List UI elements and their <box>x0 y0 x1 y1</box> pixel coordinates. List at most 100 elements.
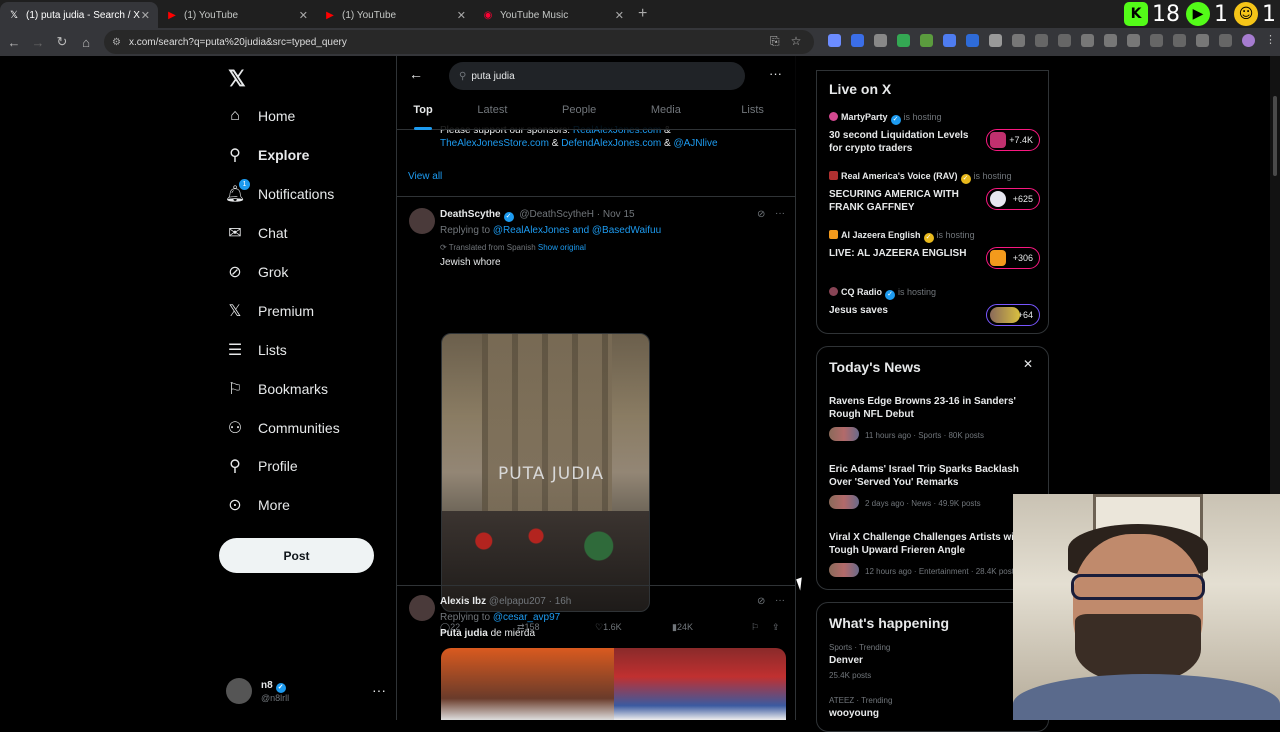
nav-home[interactable]: ⌂ Home <box>226 101 295 131</box>
close-icon[interactable]: ✕ <box>141 9 150 22</box>
avatar[interactable] <box>409 595 435 621</box>
nav-more[interactable]: ⊙ More <box>226 490 290 520</box>
author-handle[interactable]: @elpapu207 <box>489 596 546 607</box>
tab-people[interactable]: People <box>536 100 623 130</box>
profile-avatar-icon[interactable] <box>1242 34 1255 47</box>
tab-lists[interactable]: Lists <box>709 100 796 130</box>
scrollbar-thumb[interactable] <box>1273 96 1277 176</box>
author-name[interactable]: DeathScythe <box>440 209 501 220</box>
browser-tab-youtube-1[interactable]: ▶ (1) YouTube ✕ <box>158 2 316 28</box>
extension-icon[interactable] <box>1219 34 1232 47</box>
tab-media[interactable]: Media <box>623 100 710 130</box>
author-handle[interactable]: @DeathScytheH <box>519 209 594 220</box>
space-listener-count[interactable]: +625 <box>986 188 1040 210</box>
close-icon[interactable]: ✕ <box>1023 357 1033 371</box>
space-title[interactable]: SECURING AMERICA WITH FRANK GAFFNEY <box>829 188 979 214</box>
extension-icon[interactable] <box>989 34 1002 47</box>
extension-icon[interactable] <box>1196 34 1209 47</box>
news-headline[interactable]: Viral X Challenge Challenges Artists wit… <box>829 531 1039 557</box>
tab-top[interactable]: Top <box>397 100 449 130</box>
bookmark-star-icon[interactable]: ☆ <box>791 34 802 49</box>
space-listener-count[interactable]: +306 <box>986 247 1040 269</box>
more-dots-icon[interactable]: ··· <box>372 682 386 698</box>
extension-icon[interactable] <box>1081 34 1094 47</box>
reload-icon[interactable]: ↻ <box>50 34 74 50</box>
browser-tab-youtube-2[interactable]: ▶ (1) YouTube ✕ <box>316 2 474 28</box>
nav-explore[interactable]: ⚲ Explore <box>226 140 309 170</box>
extension-icon[interactable] <box>1150 34 1163 47</box>
more-dots-icon[interactable]: ··· <box>775 208 785 219</box>
x-logo-icon[interactable]: 𝕏 <box>228 66 246 92</box>
replying-to-users[interactable]: @RealAlexJones and @BasedWaifuu <box>493 225 661 236</box>
trend-name[interactable]: Denver <box>829 655 863 666</box>
install-app-icon[interactable]: ⎘ <box>770 34 780 49</box>
post-button[interactable]: Post <box>219 538 374 573</box>
extension-icon[interactable] <box>943 34 956 47</box>
nav-grok[interactable]: ⊘ Grok <box>226 257 288 287</box>
more-dots-icon[interactable]: ··· <box>775 595 785 606</box>
tweet-date[interactable]: 16h <box>555 596 572 607</box>
extension-icon[interactable] <box>1058 34 1071 47</box>
extension-icon[interactable] <box>1012 34 1025 47</box>
back-arrow-icon[interactable]: ← <box>409 66 423 82</box>
space-title[interactable]: 30 second Liquidation Levels for crypto … <box>829 129 979 155</box>
extension-icon[interactable] <box>874 34 887 47</box>
grok-icon[interactable]: ⊘ <box>757 209 765 220</box>
space-listener-count[interactable]: +64 <box>986 304 1040 326</box>
news-headline[interactable]: Eric Adams' Israel Trip Sparks Backlash … <box>829 463 1039 489</box>
tweet-image[interactable] <box>613 648 786 720</box>
extension-icon[interactable] <box>920 34 933 47</box>
news-headline[interactable]: Ravens Edge Browns 23-16 in Sanders' Rou… <box>829 395 1039 421</box>
new-tab-plus-icon[interactable]: + <box>638 5 647 23</box>
sponsor-link[interactable]: DefendAlexJones.com <box>561 138 661 149</box>
url-bar[interactable]: ⚙ x.com/search?q=puta%20judia&src=typed_… <box>104 30 814 54</box>
trend-name[interactable]: wooyoung <box>829 708 879 719</box>
space-title[interactable]: Jesus saves <box>829 304 979 317</box>
show-original-link[interactable]: Show original <box>538 243 586 252</box>
view-all-link[interactable]: View all <box>408 171 442 182</box>
space-title[interactable]: LIVE: AL JAZEERA ENGLISH <box>829 247 979 260</box>
tab-latest[interactable]: Latest <box>449 100 536 130</box>
nav-communities[interactable]: ⚇ Communities <box>226 413 340 443</box>
extension-icon[interactable] <box>1104 34 1117 47</box>
tweet[interactable]: DeathScythe ✓ @DeathScytheH · Nov 15 ⊘ ··… <box>397 196 796 632</box>
nav-notifications[interactable]: 🔔︎ 1 Notifications <box>225 179 334 209</box>
close-icon[interactable]: ✕ <box>615 9 624 22</box>
tweet-date[interactable]: Nov 15 <box>603 209 635 220</box>
extension-icon[interactable] <box>897 34 910 47</box>
space-listener-count[interactable]: +7.4K <box>986 129 1040 151</box>
replying-to-users[interactable]: @cesar_avp97 <box>493 612 560 623</box>
nav-premium[interactable]: 𝕏 Premium <box>226 296 314 326</box>
nav-bookmarks[interactable]: ⚐ Bookmarks <box>226 374 328 404</box>
nav-lists[interactable]: ☰ Lists <box>226 335 287 365</box>
tweet-image[interactable]: PUTA JUDIA <box>441 333 650 612</box>
sponsor-link[interactable]: TheAlexJonesStore.com <box>440 138 549 149</box>
nav-chat[interactable]: ✉ Chat <box>226 218 287 248</box>
grok-icon[interactable]: ⊘ <box>757 596 765 607</box>
extension-icon[interactable] <box>1127 34 1140 47</box>
avatar[interactable] <box>409 208 435 234</box>
extension-icon[interactable] <box>966 34 979 47</box>
site-info-icon[interactable]: ⚙ <box>112 37 121 48</box>
nav-profile[interactable]: ⚲ Profile <box>226 451 298 481</box>
tweet-image-grid[interactable] <box>441 648 786 720</box>
forward-arrow-icon[interactable]: → <box>26 35 50 50</box>
host-name: CQ Radio <box>841 287 883 297</box>
close-icon[interactable]: ✕ <box>457 9 466 22</box>
account-switcher[interactable]: n8 ✓ @n8lrll ··· <box>226 674 386 708</box>
extension-icon[interactable] <box>1173 34 1186 47</box>
browser-tab-youtube-music[interactable]: ◉ YouTube Music ✕ <box>474 2 632 28</box>
tweet-image[interactable] <box>441 648 614 720</box>
extension-icon[interactable] <box>851 34 864 47</box>
close-icon[interactable]: ✕ <box>299 9 308 22</box>
home-icon[interactable]: ⌂ <box>74 35 98 50</box>
back-arrow-icon[interactable]: ← <box>2 35 26 50</box>
extension-icon[interactable] <box>1035 34 1048 47</box>
menu-dots-icon[interactable]: ⋮ <box>1265 34 1278 47</box>
extension-icon[interactable] <box>828 34 841 47</box>
more-dots-icon[interactable]: ··· <box>769 66 782 81</box>
author-name[interactable]: Alexis Ibz <box>440 596 486 607</box>
sponsor-link[interactable]: @AJNlive <box>673 138 717 149</box>
search-input[interactable]: ⚲ puta judia <box>449 62 745 90</box>
browser-tab-x-search[interactable]: 𝕏 (1) puta judia - Search / X ✕ <box>0 2 158 28</box>
